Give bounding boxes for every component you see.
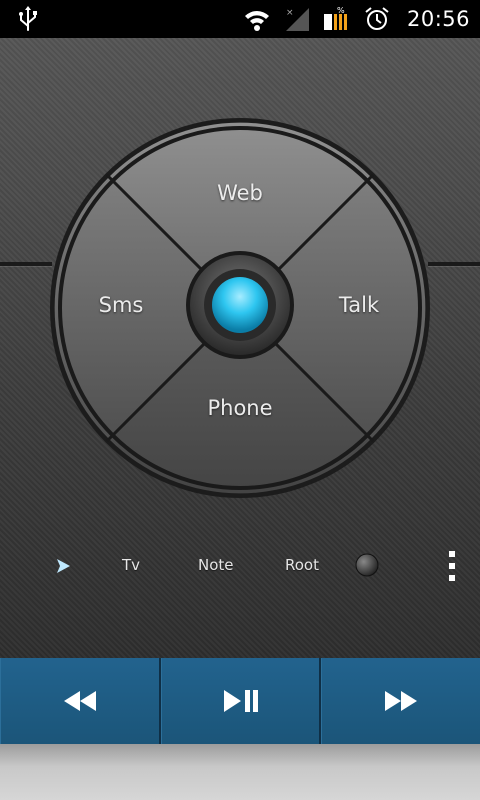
overflow-menu-icon[interactable] (447, 550, 457, 582)
option-root[interactable]: Root (285, 556, 319, 574)
clock: 20:56 (406, 7, 470, 31)
svg-text:×: × (286, 8, 294, 18)
option-tv[interactable]: Tv (122, 556, 140, 574)
fast-forward-icon (385, 691, 418, 711)
app-wheel: Web Sms Talk Phone (49, 117, 431, 499)
wheel-label-phone[interactable]: Phone (180, 396, 300, 420)
toggle-orb-icon[interactable] (355, 553, 379, 577)
bottom-panel (0, 744, 480, 800)
alarm-icon (365, 7, 389, 30)
play-arrow-icon[interactable] (54, 557, 72, 575)
wheel-label-sms[interactable]: Sms (61, 293, 181, 317)
play-pause-button[interactable] (160, 658, 322, 744)
center-button[interactable] (212, 277, 268, 333)
rewind-icon (63, 691, 96, 711)
wheel-label-talk[interactable]: Talk (299, 293, 419, 317)
media-controls (0, 658, 480, 744)
fast-forward-button[interactable] (321, 658, 480, 744)
battery-icon: % (323, 6, 347, 30)
wheel-label-web[interactable]: Web (180, 181, 300, 205)
launcher-background: Web Sms Talk Phone (0, 38, 480, 658)
left-divider (0, 262, 52, 266)
rewind-button[interactable] (0, 658, 161, 744)
play-pause-icon (223, 690, 258, 712)
signal-icon: × (285, 8, 309, 31)
wifi-icon (244, 11, 269, 31)
usb-icon (19, 6, 37, 31)
option-note[interactable]: Note (198, 556, 234, 574)
right-divider (428, 262, 480, 266)
svg-text:%: % (337, 6, 345, 15)
status-bar: × % 20:56 (0, 0, 480, 38)
